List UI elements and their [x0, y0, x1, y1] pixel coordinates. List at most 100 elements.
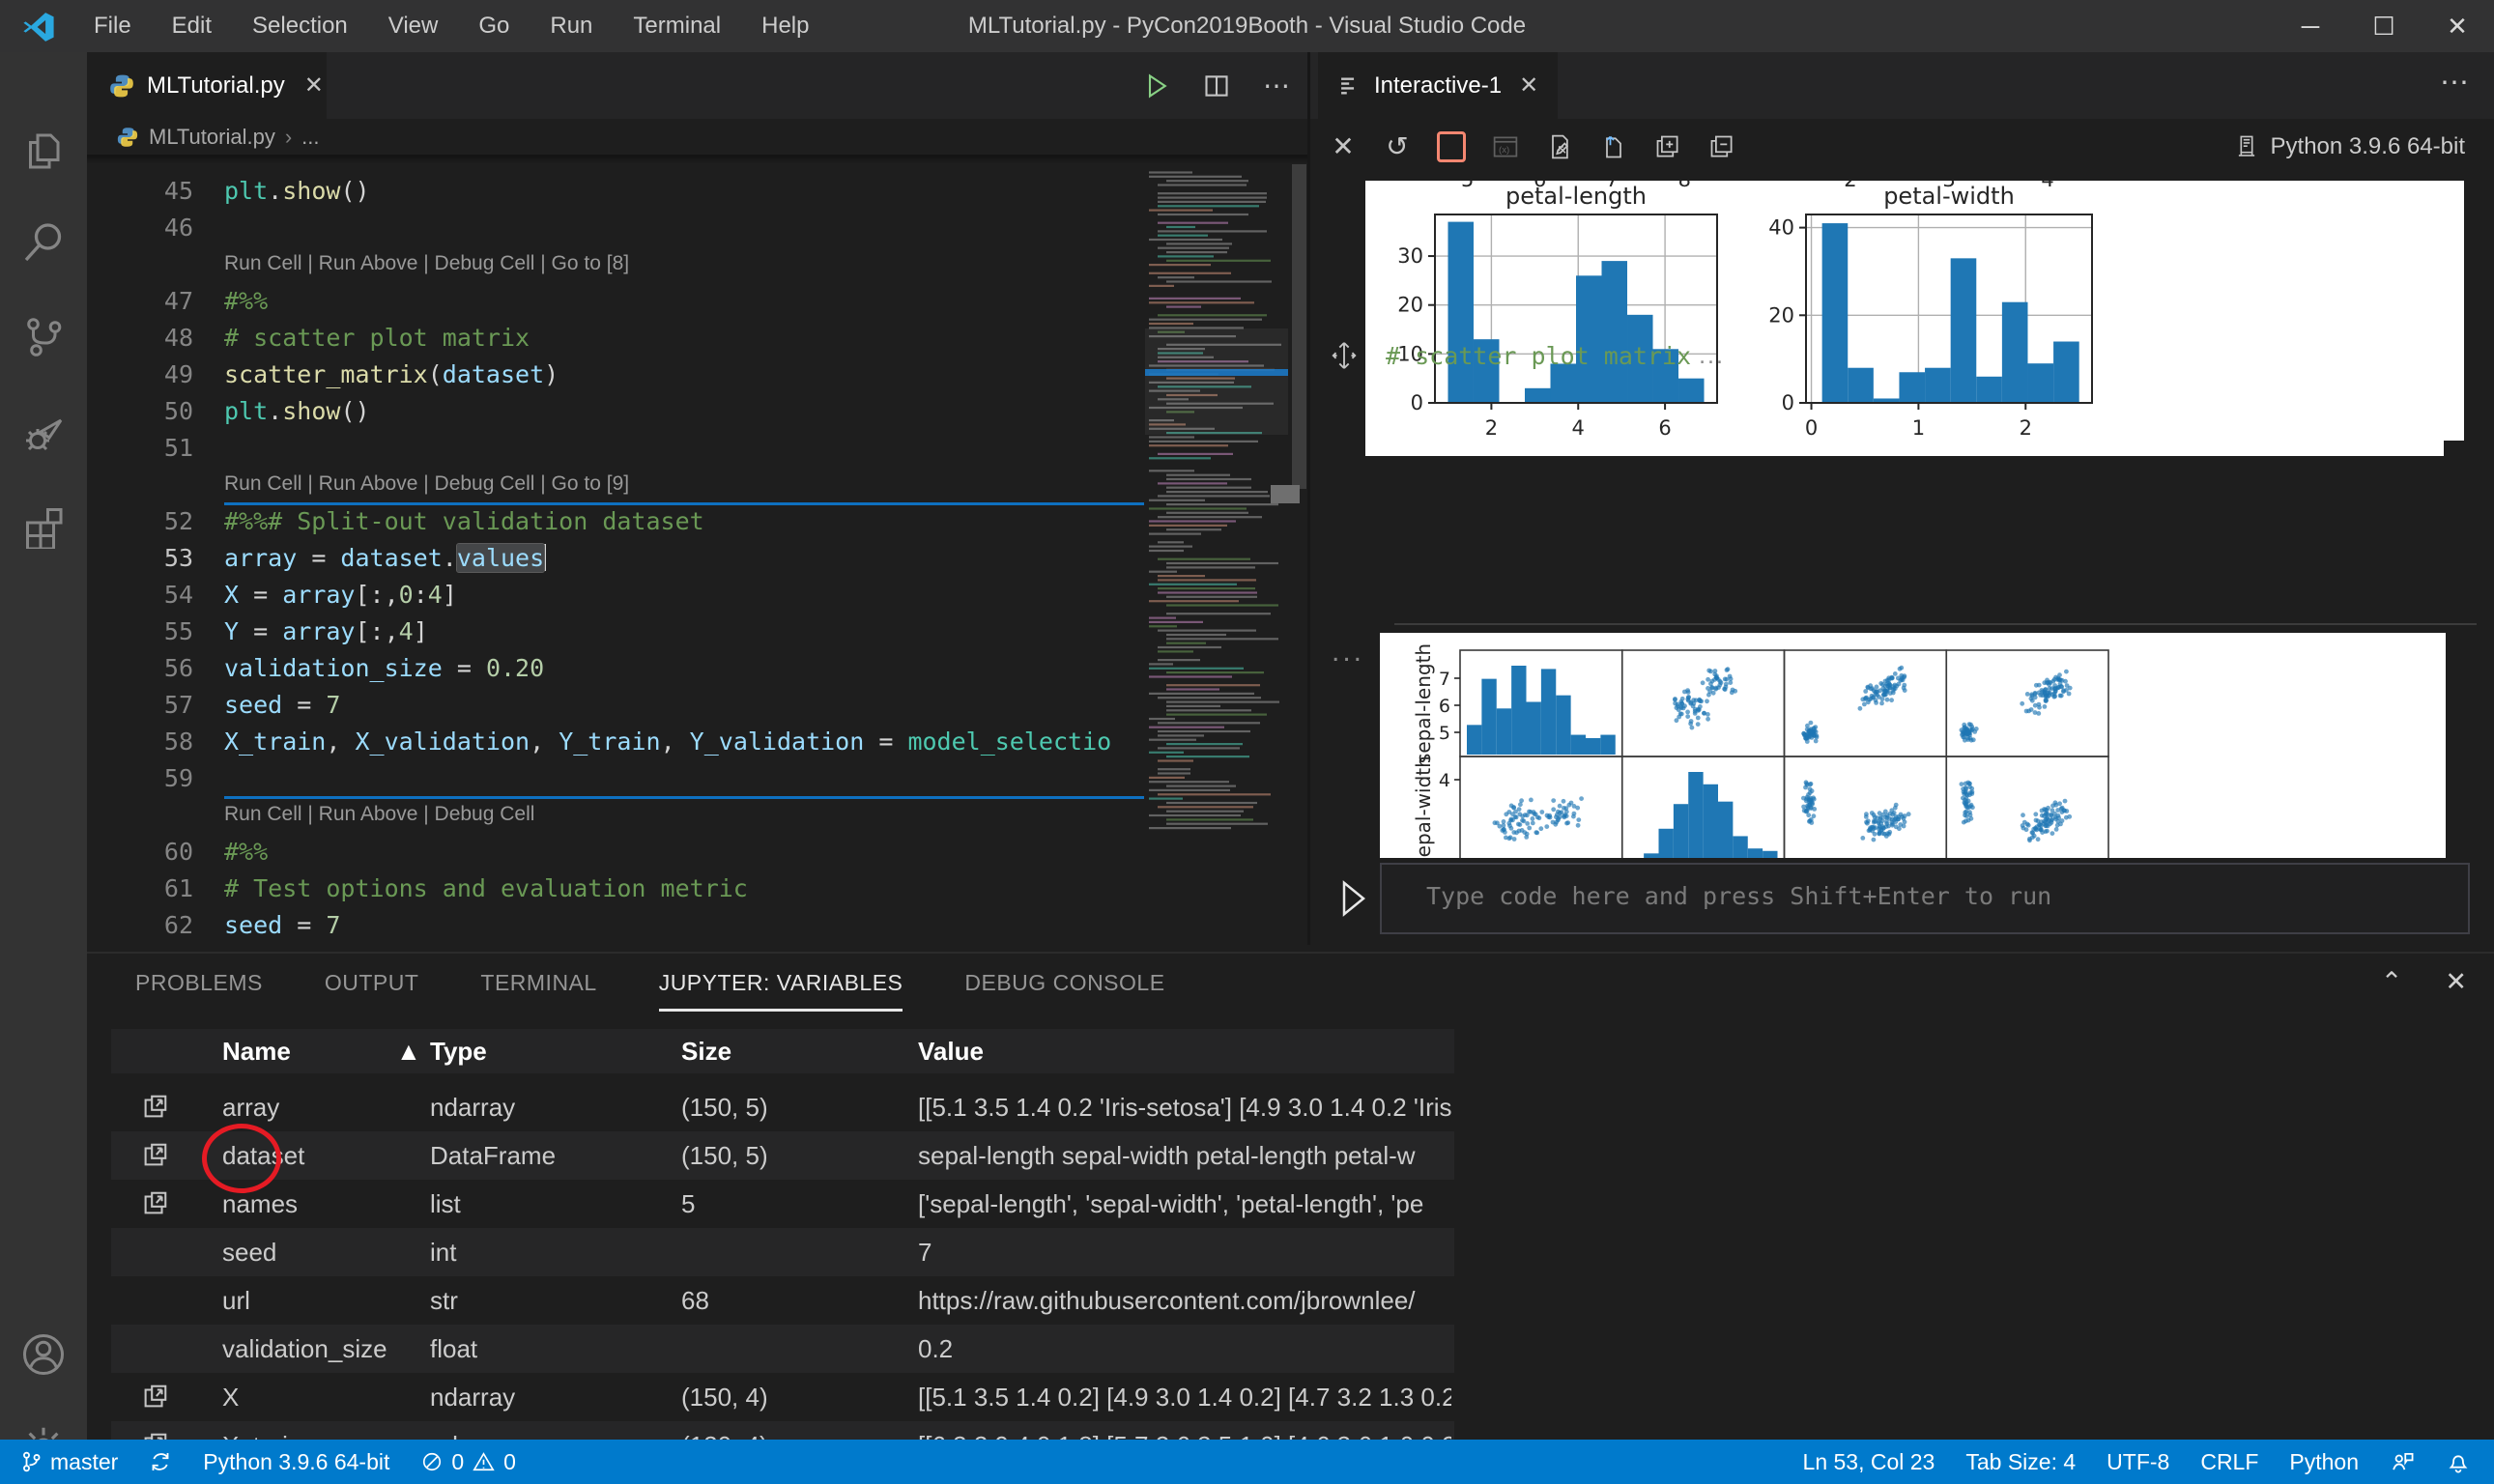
source-control-icon[interactable] — [0, 299, 87, 376]
git-branch-item[interactable]: master — [0, 1440, 133, 1484]
breadcrumb-file[interactable]: MLTutorial.py — [149, 125, 275, 150]
code-row: 62seed = 7 — [87, 907, 1229, 944]
close-panel-icon[interactable]: ✕ — [2445, 967, 2467, 997]
run-prompt-icon[interactable] — [1337, 879, 1370, 918]
indentation-item[interactable]: Tab Size: 4 — [1950, 1440, 2091, 1484]
goto-cell-icon[interactable] — [1330, 339, 1359, 372]
run-python-file-icon[interactable] — [1143, 72, 1170, 100]
panel-tab-debug-console[interactable]: DEBUG CONSOLE — [964, 970, 1164, 998]
feedback-item[interactable] — [2374, 1440, 2430, 1484]
editor-scrollbar[interactable] — [1292, 164, 1306, 489]
svg-text:2: 2 — [2020, 416, 2032, 440]
export-python-file-icon[interactable] — [1587, 126, 1641, 168]
code-row: Run Cell | Run Above | Debug Cell | Go t… — [87, 246, 1229, 283]
menu-help[interactable]: Help — [741, 13, 829, 40]
open-in-data-viewer-icon[interactable] — [140, 1083, 183, 1137]
table-row-X[interactable]: Xndarray(150, 4)[[5.1 3.5 1.4 0.2] [4.9 … — [111, 1373, 1454, 1421]
codelens-actions[interactable]: Run Cell | Run Above | Debug Cell | Go t… — [224, 246, 629, 281]
panel-tab-output[interactable]: OUTPUT — [325, 970, 419, 998]
cell-type: DataFrame — [430, 1131, 652, 1180]
table-row-seed[interactable]: seedint7 — [111, 1228, 1454, 1276]
menu-edit[interactable]: Edit — [152, 13, 232, 40]
codelens-actions[interactable]: Run Cell | Run Above | Debug Cell | Go t… — [224, 467, 629, 501]
split-editor-icon[interactable] — [1203, 72, 1230, 100]
maximize-panel-icon[interactable]: ⌃ — [2381, 967, 2403, 997]
interactive-output-area[interactable]: 0 10 20 30 2 4 6petal-length5678 0 20 40… — [1310, 174, 2494, 945]
restart-kernel-icon[interactable]: ↺ — [1370, 126, 1424, 168]
svg-text:7: 7 — [1439, 669, 1450, 690]
explorer-icon[interactable] — [0, 114, 87, 191]
maximize-button[interactable]: ☐ — [2347, 0, 2421, 52]
svg-text:5: 5 — [1439, 723, 1450, 744]
cursor-position-item[interactable]: Ln 53, Col 23 — [1788, 1440, 1951, 1484]
export-notebook-icon[interactable] — [1533, 126, 1587, 168]
python-interpreter-item[interactable]: Python 3.9.6 64-bit — [187, 1440, 405, 1484]
close-window-button[interactable]: ✕ — [2421, 0, 2494, 52]
run-debug-icon[interactable] — [0, 393, 87, 471]
eol-item[interactable]: CRLF — [2185, 1440, 2274, 1484]
tab-close-icon[interactable]: ✕ — [304, 71, 324, 100]
col-header-name[interactable]: Name — [222, 1029, 416, 1073]
breadcrumb-symbol[interactable]: ... — [301, 125, 319, 150]
encoding-item[interactable]: UTF-8 — [2091, 1440, 2185, 1484]
output-overflow-icon[interactable]: ... — [1332, 636, 1364, 669]
table-row-url[interactable]: urlstr68https://raw.githubusercontent.co… — [111, 1276, 1454, 1325]
table-row-validation_size[interactable]: validation_sizefloat0.2 — [111, 1325, 1454, 1373]
account-icon[interactable] — [0, 1316, 87, 1393]
kernel-status[interactable]: Python 3.9.6 64-bit — [2234, 133, 2465, 160]
panel-tab-terminal[interactable]: TERMINAL — [480, 970, 596, 998]
search-icon[interactable] — [0, 204, 87, 281]
menu-file[interactable]: File — [73, 13, 152, 40]
svg-text:20: 20 — [1768, 303, 1794, 327]
menu-run[interactable]: Run — [530, 13, 613, 40]
warning-count: 0 — [503, 1449, 516, 1475]
col-header-value[interactable]: Value — [918, 1029, 1451, 1073]
more-actions-icon[interactable]: ⋯ — [1263, 70, 1290, 101]
sash-handle[interactable] — [1271, 485, 1300, 503]
col-header-type[interactable]: Type — [430, 1029, 652, 1073]
problems-item[interactable]: 0 0 — [405, 1440, 531, 1484]
cell-header: # scatter plot matrix ... — [1330, 333, 2489, 378]
col-header-size[interactable]: Size — [681, 1029, 894, 1073]
open-in-data-viewer-icon[interactable] — [140, 1180, 183, 1234]
tab-label: MLTutorial.py — [147, 72, 285, 100]
cell-source-code[interactable]: # scatter plot matrix — [1386, 342, 1691, 370]
more-actions-icon[interactable]: ⋯ — [2440, 66, 2469, 100]
table-row-dataset[interactable]: datasetDataFrame(150, 5)sepal-length sep… — [111, 1131, 1454, 1180]
menu-go[interactable]: Go — [458, 13, 530, 40]
code-line-text: plt.show() — [224, 393, 370, 430]
code-input-box[interactable]: Type code here and press Shift+Enter to … — [1380, 863, 2470, 934]
menu-view[interactable]: View — [368, 13, 459, 40]
language-mode-item[interactable]: Python — [2274, 1440, 2374, 1484]
sync-item[interactable] — [133, 1440, 187, 1484]
expand-all-cells-icon[interactable] — [1641, 126, 1695, 168]
code-row: 60#%% — [87, 834, 1229, 870]
breadcrumb[interactable]: MLTutorial.py › ... — [87, 119, 1307, 155]
line-number: 58 — [87, 724, 193, 760]
open-in-data-viewer-icon[interactable] — [140, 1373, 183, 1427]
table-row-array[interactable]: arrayndarray(150, 5)[[5.1 3.5 1.4 0.2 'I… — [111, 1083, 1454, 1131]
code-editor[interactable]: 45plt.show()46Run Cell | Run Above | Deb… — [87, 155, 1307, 945]
cell-value: ['sepal-length', 'sepal-width', 'petal-l… — [918, 1180, 1451, 1228]
minimize-button[interactable]: ─ — [2274, 0, 2347, 52]
collapse-all-cells-icon[interactable] — [1695, 126, 1749, 168]
menu-selection[interactable]: Selection — [232, 13, 368, 40]
panel-tab-problems[interactable]: PROBLEMS — [135, 970, 263, 998]
tab-interactive-1[interactable]: Interactive-1 ✕ — [1318, 52, 1558, 119]
tab-mltutorial[interactable]: MLTutorial.py ✕ — [87, 52, 327, 119]
extensions-icon[interactable] — [0, 487, 87, 564]
svg-text:0: 0 — [1782, 391, 1794, 414]
open-in-data-viewer-icon[interactable] — [140, 1131, 183, 1185]
codelens-actions[interactable]: Run Cell | Run Above | Debug Cell — [224, 797, 534, 832]
variable-explorer-icon[interactable]: (x) — [1478, 126, 1533, 168]
interrupt-kernel-icon[interactable] — [1424, 126, 1478, 168]
tab-close-icon[interactable]: ✕ — [1519, 71, 1538, 100]
table-row-names[interactable]: nameslist5['sepal-length', 'sepal-width'… — [111, 1180, 1454, 1228]
minimap[interactable] — [1145, 155, 1288, 945]
cell-expand-icon[interactable]: ... — [1699, 342, 1725, 370]
panel-tab-jupyter-variables[interactable]: JUPYTER: VARIABLES — [659, 970, 903, 998]
code-row: 50plt.show() — [87, 393, 1229, 430]
menu-terminal[interactable]: Terminal — [613, 13, 741, 40]
notifications-item[interactable] — [2430, 1440, 2484, 1484]
close-icon[interactable]: ✕ — [1316, 126, 1370, 168]
